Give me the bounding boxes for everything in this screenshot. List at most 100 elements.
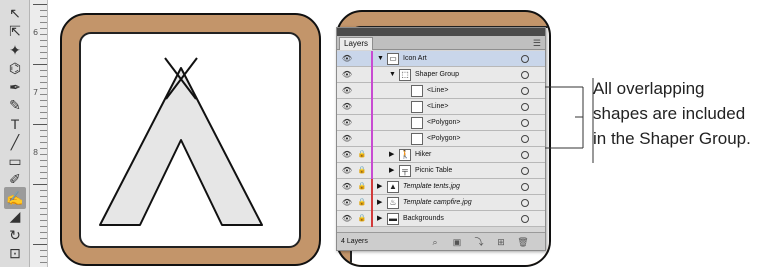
layer-name[interactable]: Template campfire.jpg [403,198,472,208]
layer-thumbnail [411,117,423,129]
selection-square[interactable] [533,151,541,159]
callout-text: All overlapping shapes are included in t… [593,76,771,151]
ruler-tick [40,52,47,53]
lock-icon[interactable]: 🔒 [357,149,367,160]
lock-icon[interactable] [357,117,367,128]
callout-line-3: in the Shaper Group. [593,129,751,148]
selection-square[interactable] [533,215,541,223]
layer-name[interactable]: <Line> [427,86,448,96]
visibility-eye-icon[interactable]: 👁 [340,101,354,112]
ruler-tick [40,178,47,179]
lock-icon[interactable] [357,101,367,112]
layer-name[interactable]: Template tents.jpg [403,182,460,192]
selection-square[interactable] [533,71,541,79]
target-circle-icon[interactable] [521,167,529,175]
ruler-tick [40,190,47,191]
target-circle-icon[interactable] [521,215,529,223]
scale-tool[interactable]: ⊡ [4,243,26,265]
visibility-eye-icon[interactable]: 👁 [340,197,354,208]
expand-arrow-icon[interactable]: ▶ [389,165,394,176]
layer-color-bar [371,163,373,179]
panel-menu-icon[interactable]: ☰ [533,37,541,49]
clipping-mask-icon[interactable]: ▣ [451,236,463,248]
target-circle-icon[interactable] [521,103,529,111]
visibility-eye-icon[interactable]: 👁 [340,149,354,160]
target-circle-icon[interactable] [521,135,529,143]
visibility-eye-icon[interactable]: 👁 [340,53,354,64]
target-circle-icon[interactable] [521,183,529,191]
selection-square[interactable] [533,119,541,127]
locate-object-icon[interactable]: ⌕ [429,236,441,248]
layer-row[interactable]: 👁 ▼ ▭ Icon Art [337,51,545,67]
lock-icon[interactable] [357,85,367,96]
expand-arrow-icon[interactable]: ▶ [377,197,382,208]
new-sublayer-icon[interactable]: ⤵ [473,236,485,248]
layer-name[interactable]: Hiker [415,150,431,160]
target-circle-icon[interactable] [521,199,529,207]
ruler-tick [40,58,47,59]
layer-row[interactable]: 👁 🔒 ▶ ▲ Template tents.jpg [337,179,545,195]
layer-row[interactable]: 👁 <Polygon> [337,131,545,147]
layer-row[interactable]: 👁 ▼ ⬚ Shaper Group [337,67,545,83]
ruler-tick [40,34,47,35]
target-circle-icon[interactable] [521,71,529,79]
panel-title-bar[interactable] [337,28,545,36]
selection-square[interactable] [533,199,541,207]
ruler-tick [40,88,47,89]
ruler-tick [40,202,47,203]
ruler-tick [40,208,47,209]
collapse-arrow-icon[interactable]: ▼ [377,53,384,64]
lock-icon[interactable]: 🔒 [357,213,367,224]
visibility-eye-icon[interactable]: 👁 [340,117,354,128]
visibility-eye-icon[interactable]: 👁 [340,69,354,80]
selection-square[interactable] [533,167,541,175]
layer-row[interactable]: 👁 🔒 ▶ ♨ Template campfire.jpg [337,195,545,211]
layer-name[interactable]: Icon Art [403,54,427,64]
visibility-eye-icon[interactable]: 👁 [340,133,354,144]
layer-name[interactable]: <Polygon> [427,118,460,128]
visibility-eye-icon[interactable]: 👁 [340,213,354,224]
layer-thumbnail [411,133,423,145]
ruler-tick [40,262,47,263]
target-circle-icon[interactable] [521,151,529,159]
delete-layer-icon[interactable]: 🗑 [517,236,529,248]
layer-row[interactable]: 👁 <Polygon> [337,115,545,131]
layer-row[interactable]: 👁 <Line> [337,83,545,99]
lock-icon[interactable]: 🔒 [357,165,367,176]
layer-row[interactable]: 👁 🔒 ▶ 🚶 Hiker [337,147,545,163]
visibility-eye-icon[interactable]: 👁 [340,165,354,176]
layer-color-bar [371,115,373,131]
selection-square[interactable] [533,135,541,143]
lock-icon[interactable] [357,133,367,144]
target-circle-icon[interactable] [521,55,529,63]
layer-row[interactable]: 👁 🔒 ▶ ▬ Backgrounds [337,211,545,227]
layer-name[interactable]: Shaper Group [415,70,459,80]
tab-layers[interactable]: Layers [339,37,374,50]
expand-arrow-icon[interactable]: ▶ [389,149,394,160]
vertical-ruler: 6 7 8 [30,0,48,267]
selection-square[interactable] [533,55,541,63]
ruler-tick [40,238,47,239]
layer-name[interactable]: Picnic Table [415,166,452,176]
target-circle-icon[interactable] [521,119,529,127]
selection-square[interactable] [533,183,541,191]
lock-icon[interactable] [357,53,367,64]
target-circle-icon[interactable] [521,87,529,95]
layer-row[interactable]: 👁 <Line> [337,99,545,115]
layer-name[interactable]: <Polygon> [427,134,460,144]
lock-icon[interactable] [357,69,367,80]
visibility-eye-icon[interactable]: 👁 [340,85,354,96]
expand-arrow-icon[interactable]: ▶ [377,213,382,224]
layer-name[interactable]: <Line> [427,102,448,112]
expand-arrow-icon[interactable]: ▶ [377,181,382,192]
layer-name[interactable]: Backgrounds [403,214,444,224]
selection-square[interactable] [533,103,541,111]
lock-icon[interactable]: 🔒 [357,181,367,192]
collapse-arrow-icon[interactable]: ▼ [389,69,396,80]
lock-icon[interactable]: 🔒 [357,197,367,208]
visibility-eye-icon[interactable]: 👁 [340,181,354,192]
new-layer-icon[interactable]: ⊞ [495,236,507,248]
layer-row[interactable]: 👁 🔒 ▶ ╤ Picnic Table [337,163,545,179]
tipi-shape [99,57,263,226]
selection-square[interactable] [533,87,541,95]
